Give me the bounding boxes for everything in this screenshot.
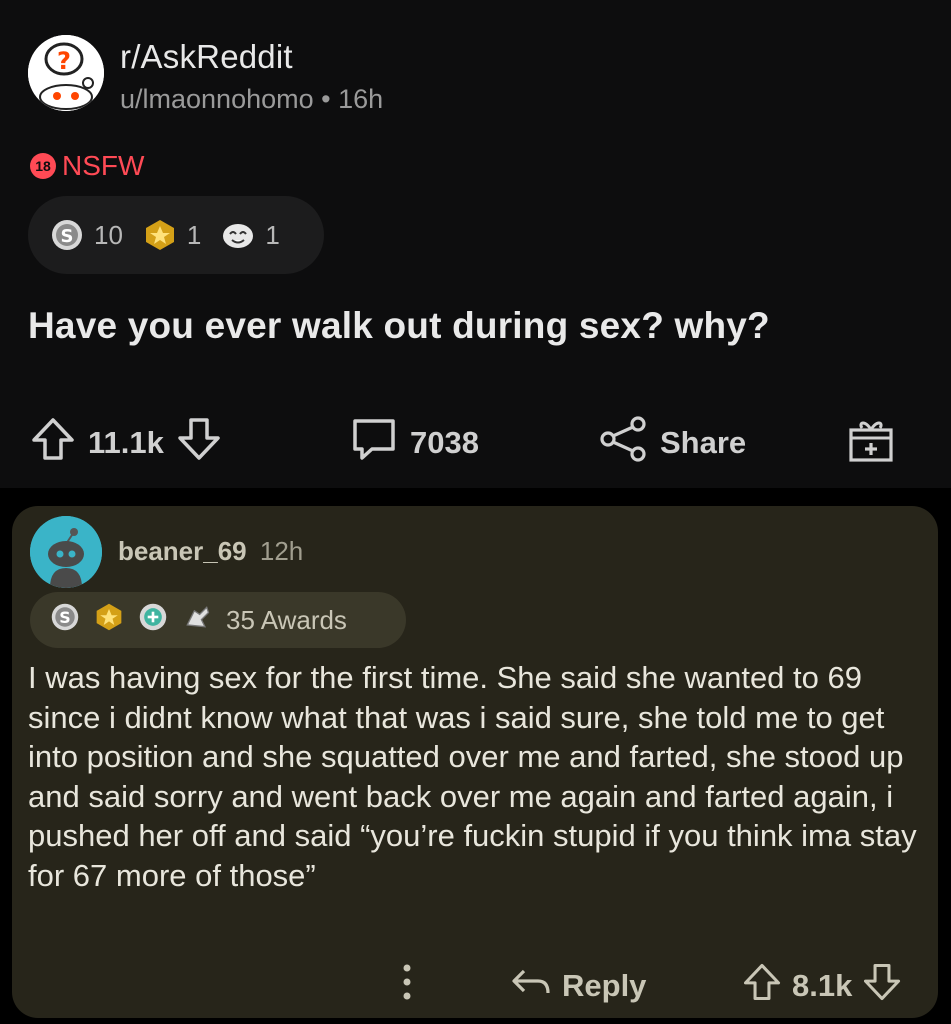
share-label: Share <box>660 425 747 460</box>
silver-award-count: 10 <box>94 219 123 250</box>
svg-text:S: S <box>61 226 74 247</box>
gold-award-icon <box>143 218 177 252</box>
laughing-award-count: 1 <box>265 219 280 250</box>
silver-award-icon: S <box>50 218 84 252</box>
post-author[interactable]: u/lmaonnohomo <box>120 84 314 114</box>
comment-card: beaner_69 12h S 35 Awards I was having s… <box>12 506 938 1018</box>
upvote-icon[interactable] <box>742 962 782 1010</box>
nsfw-18-icon: 18 <box>30 153 56 179</box>
post-meta: u/lmaonnohomo • 16h <box>120 84 383 115</box>
downvote-icon[interactable] <box>862 962 902 1010</box>
upvote-count: 11.1k <box>88 425 164 460</box>
comment-header: beaner_69 12h <box>118 536 303 567</box>
post-card: ? r/AskReddit u/lmaonnohomo • 16h 18 NSF… <box>0 0 951 488</box>
post-time: 16h <box>338 84 384 114</box>
downvote-icon[interactable] <box>176 416 222 470</box>
commenter-avatar[interactable] <box>30 516 102 588</box>
award-gift-button[interactable] <box>846 410 896 476</box>
gold-award-icon <box>94 602 124 639</box>
svg-text:S: S <box>59 608 70 627</box>
nsfw-label: NSFW <box>62 150 145 181</box>
post-title[interactable]: Have you ever walk out during sex? why? <box>28 305 770 347</box>
comments-button[interactable]: 7038 <box>350 410 479 476</box>
comment-score: 8.1k <box>792 968 853 1003</box>
nsfw-tag: 18 NSFW <box>30 150 144 182</box>
subreddit-name[interactable]: r/AskReddit <box>120 38 293 76</box>
comment-count: 7038 <box>410 425 479 460</box>
silver-award-icon: S <box>50 602 80 639</box>
snoo-avatar-icon <box>30 516 102 588</box>
share-button[interactable]: Share <box>598 410 746 476</box>
upvote-icon[interactable] <box>30 416 76 470</box>
comment-time: 12h <box>259 536 304 566</box>
vertical-dots-icon <box>400 962 414 1010</box>
more-options-button[interactable] <box>400 958 414 1014</box>
vote-group: 11.1k <box>30 410 222 476</box>
comment-bubble-icon <box>350 416 398 470</box>
comment-action-bar: Reply 8.1k <box>12 958 938 1014</box>
post-awards[interactable]: S 10 1 1 <box>28 196 324 274</box>
awards-total: 35 Awards <box>226 604 347 635</box>
svg-text:?: ? <box>57 47 71 75</box>
hand-award-icon <box>182 602 212 639</box>
comment-vote-group: 8.1k <box>742 958 902 1014</box>
subreddit-avatar[interactable]: ? <box>28 35 104 111</box>
gold-award-count: 1 <box>186 219 202 250</box>
reply-arrow-icon <box>510 965 552 1007</box>
askreddit-logo-icon: ? <box>28 35 104 111</box>
gift-icon <box>846 414 896 472</box>
reply-label: Reply <box>562 968 647 1003</box>
post-action-bar: 11.1k 7038 Share <box>0 410 951 480</box>
reply-button[interactable]: Reply <box>510 958 646 1014</box>
share-icon <box>598 416 648 470</box>
helpful-award-icon <box>138 602 168 639</box>
meta-separator: • <box>321 84 339 114</box>
comment-author[interactable]: beaner_69 <box>118 536 247 566</box>
comment-awards[interactable]: S 35 Awards <box>30 592 406 648</box>
laughing-face-award-icon <box>221 218 255 252</box>
comment-body: I was having sex for the first time. She… <box>28 660 917 893</box>
